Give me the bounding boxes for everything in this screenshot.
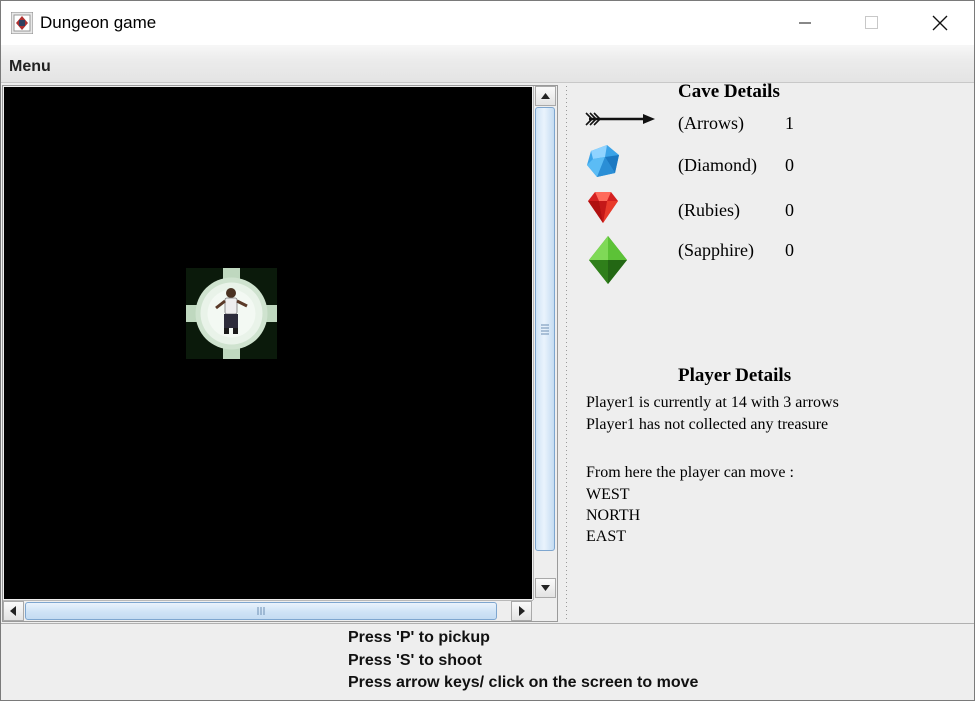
menu-bar: Menu xyxy=(1,45,974,83)
triangle-right-icon xyxy=(519,606,525,616)
move-direction: WEST xyxy=(586,486,630,503)
vertical-scrollbar[interactable] xyxy=(533,86,556,600)
move-direction: NORTH xyxy=(586,507,641,524)
rubies-count: 0 xyxy=(785,200,794,220)
diamond-count: 0 xyxy=(785,155,794,175)
maximize-button[interactable] xyxy=(839,1,905,45)
shoot-instruction: Press 'S' to shoot xyxy=(348,652,482,669)
horizontal-scrollbar[interactable] xyxy=(3,600,533,621)
sapphire-label: (Sapphire) xyxy=(678,240,754,260)
instructions-panel: Press 'P' to pickup Press 'S' to shoot P… xyxy=(1,623,974,700)
grip-icon xyxy=(257,607,265,615)
java-app-icon xyxy=(11,12,33,34)
scroll-left-button[interactable] xyxy=(3,601,24,621)
grip-icon xyxy=(541,324,549,335)
maximize-icon xyxy=(865,16,878,29)
title-bar: Dungeon game xyxy=(1,1,974,45)
sapphire-icon xyxy=(589,236,627,284)
scroll-up-button[interactable] xyxy=(535,86,556,106)
player-location-text: Player1 is currently at 14 with 3 arrows xyxy=(586,394,839,411)
minimize-button[interactable] xyxy=(773,1,839,45)
player-treasure-text: Player1 has not collected any treasure xyxy=(586,416,829,433)
menu-item-menu[interactable]: Menu xyxy=(9,58,51,76)
rubies-label: (Rubies) xyxy=(678,200,740,220)
arrow-icon xyxy=(585,112,655,126)
arrows-label: (Arrows) xyxy=(678,113,744,133)
player-cave-tile[interactable] xyxy=(186,268,277,359)
diamond-label: (Diamond) xyxy=(678,155,757,175)
dungeon-map[interactable] xyxy=(4,87,532,599)
scroll-down-button[interactable] xyxy=(535,578,556,598)
split-pane-divider[interactable] xyxy=(561,85,570,622)
scroll-right-button[interactable] xyxy=(511,601,532,621)
details-panel: Cave Details (Arrows) 1 (Diamond) 0 (Rub… xyxy=(571,81,974,622)
close-button[interactable] xyxy=(907,1,973,45)
window-title: Dungeon game xyxy=(40,13,157,32)
arrows-count: 1 xyxy=(785,113,794,133)
triangle-up-icon xyxy=(541,93,550,99)
pickup-instruction: Press 'P' to pickup xyxy=(348,629,490,646)
map-scroll-pane xyxy=(2,85,558,622)
scroll-corner xyxy=(533,600,556,621)
ruby-icon xyxy=(588,192,618,223)
move-direction: EAST xyxy=(586,528,626,545)
triangle-left-icon xyxy=(10,606,16,616)
moves-intro-text: From here the player can move : xyxy=(586,464,794,481)
close-icon xyxy=(932,15,948,31)
diamond-icon xyxy=(587,145,619,177)
triangle-down-icon xyxy=(541,585,550,591)
horizontal-scroll-thumb[interactable] xyxy=(25,602,497,620)
game-window: Dungeon game Menu Cave Details (Arrows) … xyxy=(0,0,975,701)
vertical-scroll-thumb[interactable] xyxy=(535,107,555,551)
minimize-icon xyxy=(799,22,811,24)
cave-details-heading: Cave Details xyxy=(678,81,780,102)
player-details-heading: Player Details xyxy=(678,365,792,386)
sapphire-count: 0 xyxy=(785,240,794,260)
move-instruction: Press arrow keys/ click on the screen to… xyxy=(348,674,699,691)
